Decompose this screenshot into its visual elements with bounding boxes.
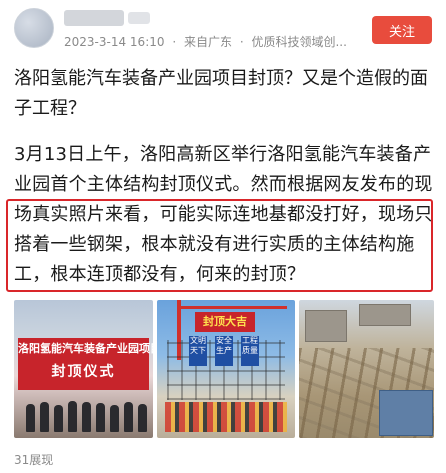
site-structure — [359, 304, 411, 326]
person-figure — [82, 402, 91, 432]
photo-ceremony[interactable]: 洛阳氢能汽车装备产业园项目 封顶仪式 — [14, 300, 153, 438]
person-figure — [124, 402, 133, 432]
author-category: 优质科技领域创... — [251, 35, 347, 49]
follow-button[interactable]: 关注 — [372, 16, 432, 44]
person-figure — [68, 401, 77, 432]
slogan-panel: 文明天下 — [189, 336, 207, 366]
meta-separator-2: · — [239, 35, 244, 49]
person-figure — [40, 402, 49, 432]
site-roof — [379, 390, 433, 436]
banner-subtitle: 封顶仪式 — [51, 364, 116, 380]
person-figure — [110, 405, 119, 432]
person-figure — [96, 403, 105, 432]
author-name-blurred[interactable] — [64, 10, 124, 26]
site-structure — [305, 310, 347, 342]
crowd — [165, 402, 287, 432]
author-avatar[interactable] — [14, 8, 54, 48]
slogan-panel: 工程质量 — [241, 336, 259, 366]
view-count: 31展现 — [14, 453, 54, 467]
post-location: 来自广东 — [183, 35, 232, 49]
slogan-panel: 安全生产 — [215, 336, 233, 366]
person-figure — [26, 404, 35, 432]
meta-separator: · — [172, 35, 177, 49]
post-header: 2023-3-14 16:10 · 来自广东 · 优质科技领域创... 关注 — [0, 0, 446, 62]
post-meta: 2023-3-14 16:10 · 来自广东 · 优质科技领域创... — [64, 33, 351, 50]
author-name-blurred-extra — [128, 12, 150, 24]
banner-title: 洛阳氢能汽车装备产业园项目 — [18, 342, 153, 355]
photo-topping-out[interactable]: 封顶大吉 文明天下 安全生产 工程质量 — [157, 300, 295, 438]
ceremony-people — [26, 392, 147, 432]
topping-sign: 封顶大吉 — [195, 312, 255, 332]
person-figure — [54, 405, 63, 432]
ceremony-banner: 洛阳氢能汽车装备产业园项目 封顶仪式 — [18, 338, 153, 390]
highlight-box — [6, 199, 433, 292]
crane-jib — [177, 306, 287, 309]
article-title: 洛阳氢能汽车装备产业园项目封顶？又是个造假的面子工程？ — [14, 68, 428, 119]
post-timestamp: 2023-3-14 16:10 — [64, 35, 165, 49]
paragraph-text: 3月13日上午，洛阳高新区举行洛阳氢能汽车装备产业园首个主体结构封顶仪式。然而根… — [14, 144, 433, 195]
photo-construction-site[interactable] — [299, 300, 434, 438]
photo-grid: 洛阳氢能汽车装备产业园项目 封顶仪式 封顶大吉 文明天下 安全生产 工程质量 — [14, 300, 434, 440]
person-figure — [138, 404, 147, 432]
